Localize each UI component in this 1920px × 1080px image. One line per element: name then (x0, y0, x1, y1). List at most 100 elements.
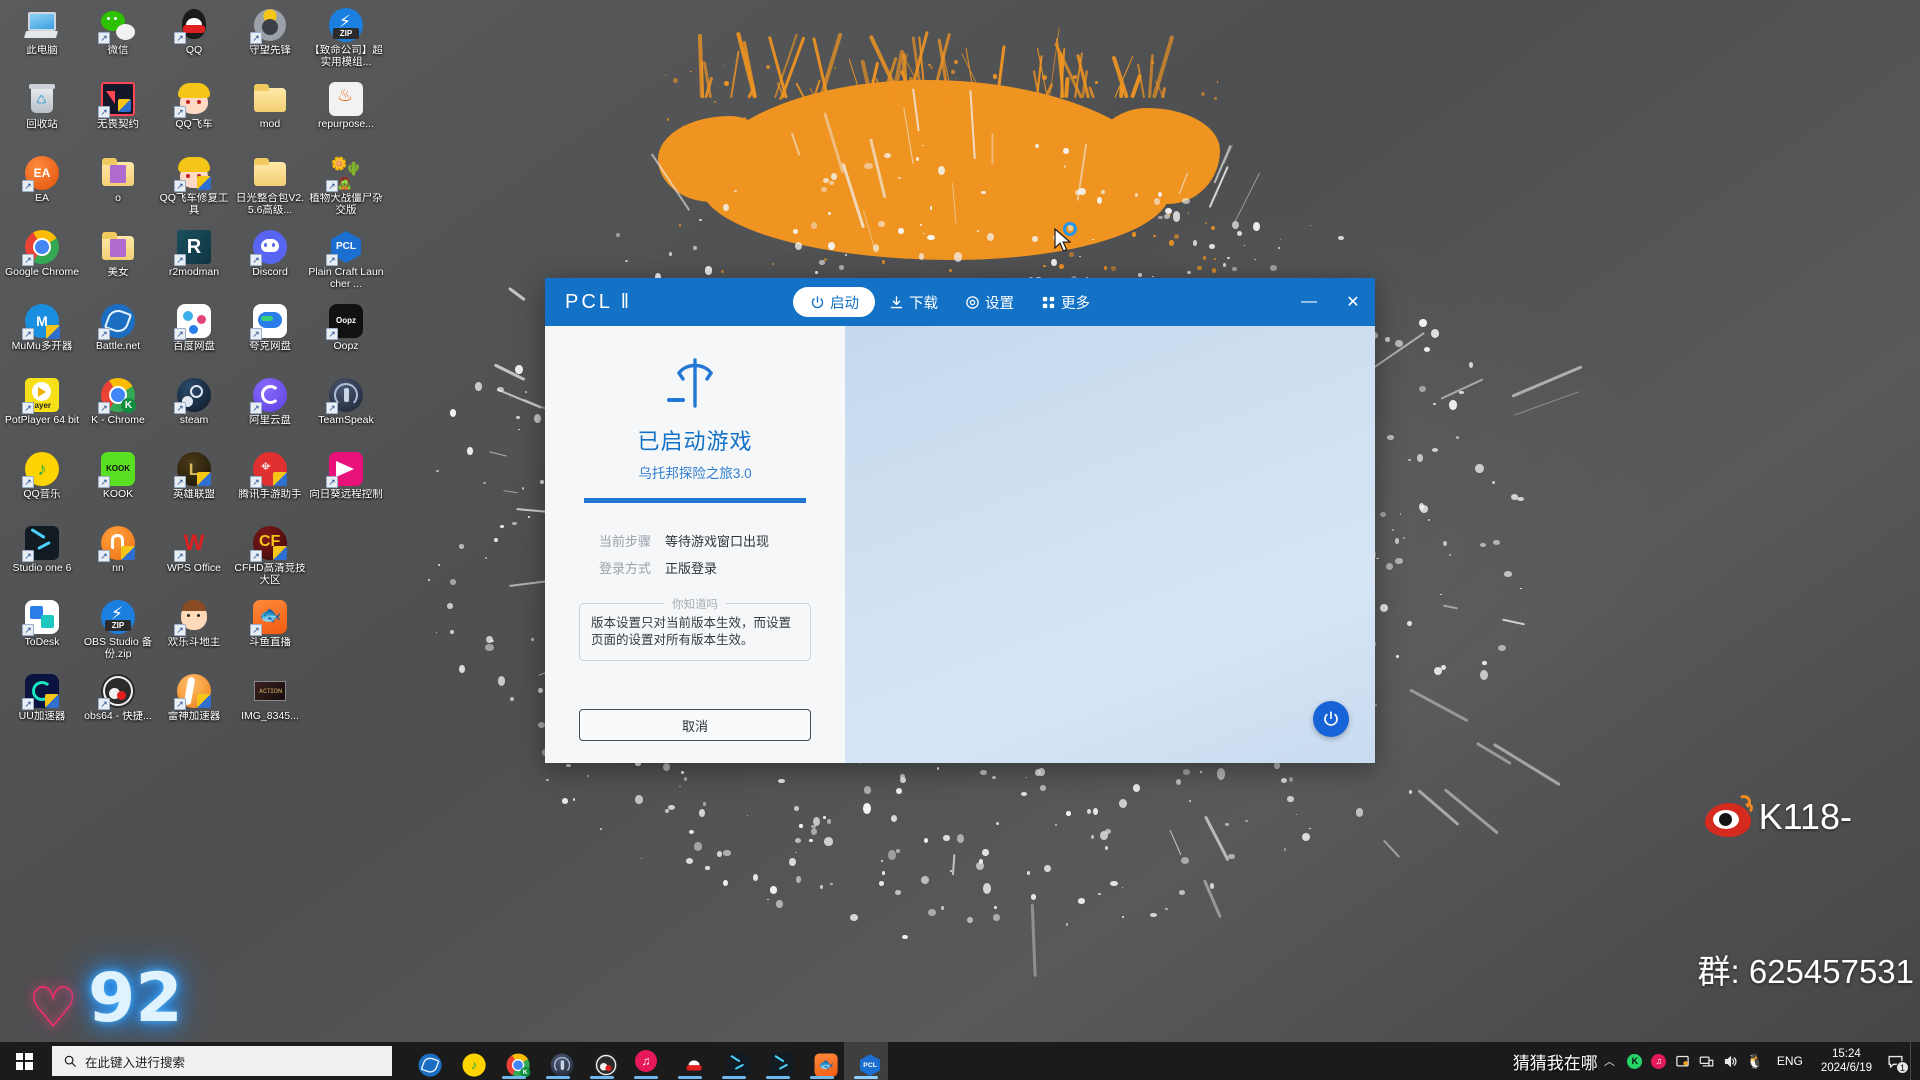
desktop-icon[interactable]: 无畏契约 (80, 78, 156, 152)
desktop-icon[interactable]: o (80, 152, 156, 226)
studio-one-2-taskbar-icon[interactable] (756, 1042, 800, 1080)
power-icon (1324, 711, 1338, 726)
desktop-icon[interactable]: 微信 (80, 4, 156, 78)
teamspeak-taskbar-icon[interactable] (536, 1042, 580, 1080)
desktop-icon[interactable]: 守望先锋 (232, 4, 308, 78)
qq-music-icon: ♪ (22, 452, 59, 488)
desktop-icon[interactable]: Discord (232, 226, 308, 300)
tray-expand-chevron-icon[interactable]: ︿ (1604, 1053, 1615, 1069)
desktop-icon[interactable]: ToDesk (4, 596, 80, 670)
desktop-icon[interactable]: PCLPlain Craft Launcher ... (308, 226, 384, 300)
power-fab-button[interactable] (1313, 701, 1349, 737)
kook-tray-icon[interactable]: K (1623, 1042, 1647, 1080)
show-desktop-button[interactable] (1910, 1042, 1916, 1080)
desktop-icon-label: Battle.net (95, 341, 141, 352)
shortcut-arrow-icon (326, 180, 338, 192)
studio-one-taskbar-icon[interactable] (712, 1042, 756, 1080)
nav-tab-more[interactable]: 更多 (1027, 287, 1103, 317)
desktop-icon[interactable]: KOOKKOOK (80, 448, 156, 522)
desktop-icon[interactable]: obs64 - 快捷... (80, 670, 156, 744)
cancel-button[interactable]: 取消 (579, 709, 811, 741)
start-button[interactable] (0, 1042, 48, 1080)
desktop-icon[interactable]: CF CFHD高清竞技大区 (232, 522, 308, 596)
desktop-icon[interactable]: 🐟斗鱼直播 (232, 596, 308, 670)
desktop-icon[interactable]: nn (80, 522, 156, 596)
chrome-k-taskbar-icon[interactable]: K (492, 1042, 536, 1080)
desktop-icon[interactable]: Google Chrome (4, 226, 80, 300)
desktop-icon[interactable]: Rr2modman (156, 226, 232, 300)
nav-tab-more-label: 更多 (1061, 295, 1090, 312)
screenshot-tray-icon[interactable] (1671, 1042, 1695, 1080)
desktop-icon[interactable]: WWPS Office (156, 522, 232, 596)
minimize-button[interactable]: — (1287, 278, 1331, 326)
qq-taskbar-icon[interactable] (668, 1042, 712, 1080)
desktop-icon[interactable]: QQ飞车 (156, 78, 232, 152)
desktop-icon[interactable]: mod (232, 78, 308, 152)
shortcut-arrow-icon (22, 698, 34, 710)
league-of-legends-icon: L (174, 452, 211, 488)
desktop-icon[interactable]: ⌖ 腾讯手游助手 (232, 448, 308, 522)
search-icon (64, 1055, 76, 1067)
desktop-icon[interactable]: 日光整合包V2.5.6高级... (232, 152, 308, 226)
qq-tray-icon[interactable]: 🐧 (1743, 1042, 1767, 1080)
zip-archive-icon: ⚡ ZIP (101, 600, 135, 634)
network-tray-icon[interactable] (1695, 1042, 1719, 1080)
obs-icon (98, 674, 135, 710)
action-center-button[interactable]: 1 (1880, 1042, 1910, 1080)
oopz-icon: Oopz (326, 304, 363, 340)
desktop-icon[interactable]: 欢乐斗地主 (156, 596, 232, 670)
desktop-icon[interactable]: ⚡ ZIP OBS Studio 备份.zip (80, 596, 156, 670)
netease-music-taskbar-icon[interactable]: ♫ (624, 1042, 668, 1080)
desktop-icon[interactable]: 百度网盘 (156, 300, 232, 374)
desktop-icon[interactable]: TeamSpeak (308, 374, 384, 448)
desktop-icon[interactable]: OopzOopz (308, 300, 384, 374)
shortcut-arrow-icon (326, 254, 338, 266)
desktop[interactable]: 此电脑 微信 QQ 守望先锋 ⚡ ZIP 【致命公司】超实用模组... ♺ 回收站 无… (0, 0, 1920, 1080)
clock[interactable]: 15:24 2024/6/19 (1813, 1047, 1880, 1075)
taskbar[interactable]: 在此键入进行搜索 ♪ K ♫ 🐟 PCL 猜猜我在哪 ︿ K ♫ 🐧 ENG 1… (0, 1042, 1920, 1080)
desktop-icon[interactable]: Battle.net (80, 300, 156, 374)
nav-tab-settings[interactable]: 设置 (951, 287, 1027, 317)
nav-tab-launch[interactable]: 启动 (793, 287, 875, 317)
desktop-icon[interactable]: Studio one 6 (4, 522, 80, 596)
desktop-icon[interactable]: UU加速器 (4, 670, 80, 744)
desktop-icon[interactable]: steam (156, 374, 232, 448)
search-input[interactable]: 在此键入进行搜索 (52, 1046, 392, 1076)
desktop-icon[interactable]: ♪QQ音乐 (4, 448, 80, 522)
qq-music-taskbar-icon[interactable]: ♪ (448, 1042, 492, 1080)
nav-tab-download[interactable]: 下载 (875, 287, 951, 317)
desktop-icon[interactable]: QQ飞车修复工具 (156, 152, 232, 226)
shortcut-arrow-icon (250, 254, 262, 266)
shortcut-arrow-icon (98, 698, 110, 710)
close-button[interactable]: ✕ (1331, 278, 1375, 326)
desktop-icon[interactable]: KK - Chrome (80, 374, 156, 448)
pcl-launcher-window[interactable]: PCL ǁ 启动 下载 设置 更多 — ✕ 已启动游戏 乌托邦探险之旅3.0 当… (545, 278, 1375, 763)
desktop-icon[interactable]: L 英雄联盟 (156, 448, 232, 522)
desktop-icon[interactable]: 向日葵远程控制 (308, 448, 384, 522)
desktop-icon[interactable]: 🌼 🌵 🧟植物大战僵尸杂交版 (308, 152, 384, 226)
douyu-taskbar-icon[interactable]: 🐟 (800, 1042, 844, 1080)
desktop-icon[interactable]: ⚡ ZIP 【致命公司】超实用模组... (308, 4, 384, 78)
desktop-icon[interactable]: ♨ repurpose... (308, 78, 384, 152)
desktop-icon[interactable]: 此电脑 (4, 4, 80, 78)
desktop-icon-label: EA (34, 193, 49, 204)
battlenet-taskbar-icon[interactable] (404, 1042, 448, 1080)
desktop-icon[interactable]: ᴀᴄᴛɪᴏɴ IMG_8345... (232, 670, 308, 744)
desktop-icon[interactable]: MMuMu多开器 (4, 300, 80, 374)
netease-music-tray-icon[interactable]: ♫ (1647, 1042, 1671, 1080)
desktop-icon[interactable]: 美女 (80, 226, 156, 300)
desktop-icon[interactable]: 雷神加速器 (156, 670, 232, 744)
obs-taskbar-icon[interactable] (580, 1042, 624, 1080)
desktop-icon-label: QQ飞车修复工具 (159, 193, 229, 216)
desktop-icon[interactable]: EAEA (4, 152, 80, 226)
desktop-icon[interactable]: 阿里云盘 (232, 374, 308, 448)
desktop-icon[interactable]: 夸克网盘 (232, 300, 308, 374)
pcl-title-bar[interactable]: PCL ǁ 启动 下载 设置 更多 — ✕ (545, 278, 1375, 326)
language-indicator[interactable]: ENG (1767, 1054, 1813, 1068)
wallpaper-splatter-orange (658, 80, 1220, 260)
desktop-icon[interactable]: ♺ 回收站 (4, 78, 80, 152)
pcl-taskbar-icon[interactable]: PCL (844, 1042, 888, 1080)
volume-tray-icon[interactable] (1719, 1042, 1743, 1080)
desktop-icon[interactable]: QQ (156, 4, 232, 78)
desktop-icon[interactable]: PlayerPotPlayer 64 bit (4, 374, 80, 448)
